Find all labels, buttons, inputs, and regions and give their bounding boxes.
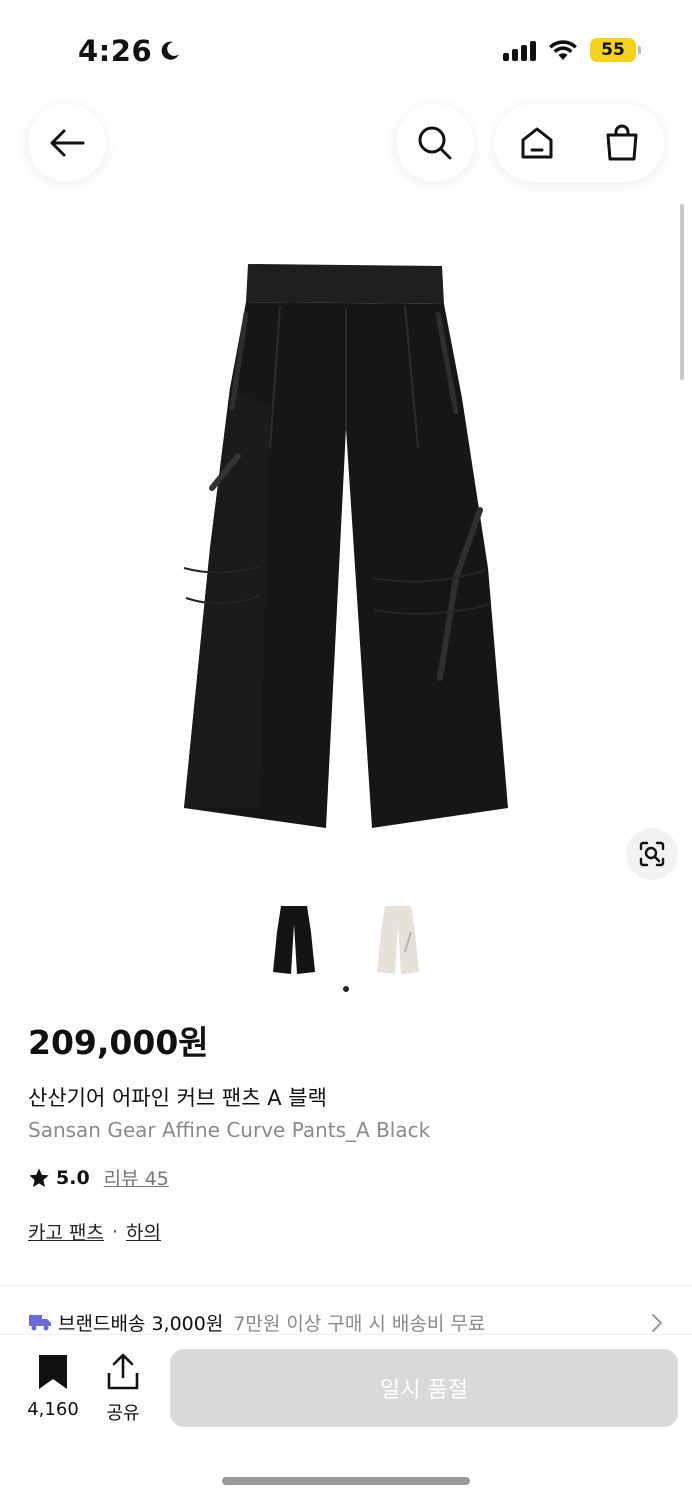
status-bar: 4:26 55	[0, 0, 692, 100]
thumbnail-strip	[0, 900, 692, 980]
back-arrow-icon	[50, 129, 85, 157]
chevron-right-icon	[652, 1314, 662, 1332]
scroll-indicator[interactable]	[680, 204, 684, 380]
bottom-action-bar: 4,160 공유 일시 품절	[0, 1334, 692, 1500]
category-link-cargo-pants[interactable]: 카고 팬츠	[28, 1218, 104, 1245]
truck-icon	[29, 1315, 51, 1331]
save-count: 4,160	[27, 1399, 79, 1420]
shipping-label: 브랜드배송 3,000원	[58, 1312, 224, 1335]
rating-row: 5.0 리뷰 45	[28, 1164, 169, 1191]
status-time: 4:26	[78, 34, 182, 68]
section-divider	[0, 1285, 692, 1286]
cellular-signal-icon	[503, 39, 536, 61]
battery-level: 55	[601, 40, 625, 60]
shipping-note: 7만원 이상 구매 시 배송비 무료	[233, 1312, 486, 1335]
nav-pill	[494, 104, 664, 182]
moon-icon	[161, 41, 180, 60]
product-image[interactable]	[150, 248, 542, 848]
back-button[interactable]	[28, 104, 106, 182]
product-price: 209,000원	[28, 1023, 209, 1062]
product-name-english: Sansan Gear Affine Curve Pants_A Black	[28, 1118, 431, 1142]
image-pager-dot	[343, 986, 349, 992]
home-indicator[interactable]	[222, 1477, 470, 1485]
status-indicators: 55	[503, 38, 641, 62]
share-icon	[107, 1353, 139, 1390]
thumbnail-beige[interactable]	[368, 900, 428, 980]
share-label: 공유	[106, 1403, 140, 1424]
thumbnail-black-image	[273, 906, 315, 974]
share-button[interactable]: 공유	[98, 1353, 148, 1425]
wifi-icon	[549, 40, 577, 60]
category-breadcrumb: 카고 팬츠 · 하의	[28, 1218, 161, 1245]
bookmark-icon	[39, 1355, 67, 1389]
category-link-bottoms[interactable]: 하의	[126, 1218, 161, 1245]
star-icon	[29, 1167, 49, 1187]
shopping-bag-icon[interactable]	[604, 124, 640, 162]
lens-search-button[interactable]	[626, 828, 678, 880]
thumbnail-beige-image	[377, 906, 419, 974]
rating-score: 5.0	[56, 1166, 90, 1189]
search-icon	[418, 126, 452, 160]
home-icon[interactable]	[519, 125, 555, 161]
product-name-korean: 산산기어 어파인 커브 팬츠 A 블랙	[28, 1086, 327, 1110]
category-separator: ·	[111, 1220, 119, 1243]
lens-search-icon	[639, 841, 665, 867]
battery-indicator: 55	[590, 38, 641, 62]
sold-out-button[interactable]: 일시 품절	[170, 1349, 678, 1427]
clock-text: 4:26	[78, 34, 153, 68]
save-button[interactable]: 4,160	[22, 1353, 84, 1420]
thumbnail-black[interactable]	[264, 900, 324, 980]
search-button[interactable]	[396, 104, 474, 182]
review-link[interactable]: 리뷰 45	[104, 1164, 169, 1191]
